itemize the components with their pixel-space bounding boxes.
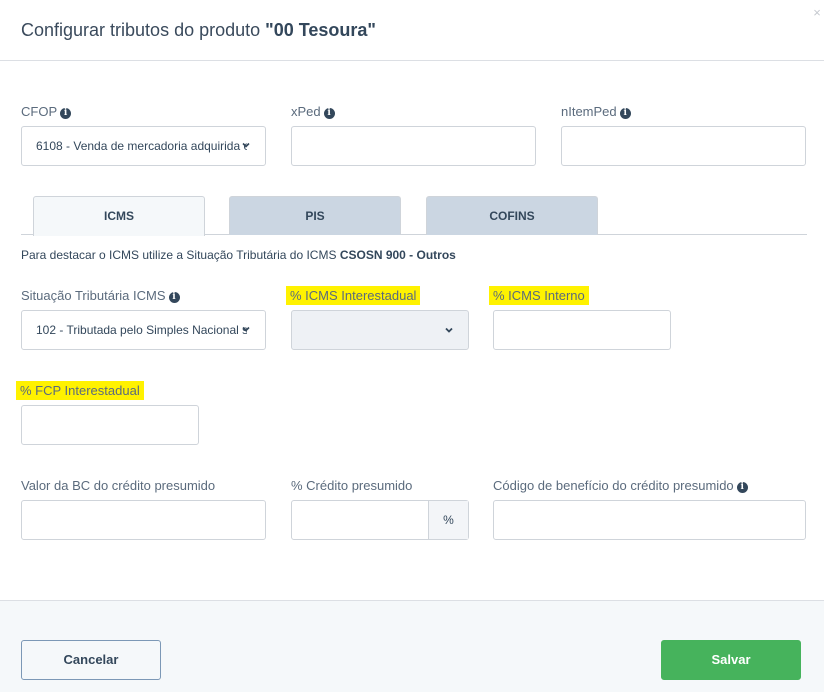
info-icon[interactable]: i: [60, 108, 72, 119]
product-name: "00 Tesoura": [265, 20, 376, 40]
credito-presumido-label: % Crédito presumido: [291, 478, 413, 493]
situacao-select-value: 102 - Tributada pelo Simples Nacional se…: [36, 323, 247, 337]
close-icon[interactable]: ×: [810, 6, 824, 20]
cfop-label: CFOP i: [21, 103, 72, 120]
percent-addon: %: [428, 501, 468, 539]
tab-pis[interactable]: PIS: [229, 196, 401, 235]
modal-footer: Cancelar Salvar: [0, 600, 824, 692]
modal-title-prefix: Configurar tributos do produto: [21, 20, 266, 40]
situacao-label-text: Situação Tributária ICMS: [21, 288, 166, 303]
xped-label: xPed i: [291, 103, 335, 120]
icms-interno-input[interactable]: [493, 310, 671, 350]
icms-hint-text: Para destacar o ICMS utilize a Situação …: [21, 248, 456, 262]
chevron-down-icon: [445, 327, 453, 333]
xped-label-text: xPed: [291, 104, 321, 119]
info-icon[interactable]: i: [736, 482, 748, 493]
credito-presumido-input[interactable]: %: [291, 500, 469, 540]
fcp-interestadual-label: % FCP Interestadual: [16, 381, 144, 400]
chevron-down-icon: [242, 142, 250, 148]
icms-interno-label: % ICMS Interno: [489, 286, 589, 305]
fcp-interestadual-input[interactable]: [21, 405, 199, 445]
save-button[interactable]: Salvar: [661, 640, 801, 680]
chevron-down-icon: [242, 326, 250, 332]
nitemped-label-text: nItemPed: [561, 104, 617, 119]
nitemped-input[interactable]: [561, 126, 806, 166]
modal-title: Configurar tributos do produto "00 Tesou…: [21, 20, 376, 41]
codigo-beneficio-label: Código de benefício do crédito presumido…: [493, 477, 748, 494]
tax-config-modal: Configurar tributos do produto "00 Tesou…: [0, 0, 824, 692]
cancel-button[interactable]: Cancelar: [21, 640, 161, 680]
codigo-beneficio-input[interactable]: [493, 500, 806, 540]
cfop-label-text: CFOP: [21, 104, 58, 119]
icms-interestadual-select[interactable]: [291, 310, 469, 350]
info-icon[interactable]: i: [323, 108, 335, 119]
valor-bc-input[interactable]: [21, 500, 266, 540]
icms-hint-prefix: Para destacar o ICMS utilize a Situação …: [21, 248, 340, 262]
nitemped-label: nItemPed i: [561, 103, 631, 120]
info-icon[interactable]: i: [619, 108, 631, 119]
valor-bc-label: Valor da BC do crédito presumido: [21, 478, 216, 493]
modal-header: Configurar tributos do produto "00 Tesou…: [0, 0, 824, 61]
xped-input[interactable]: [291, 126, 536, 166]
info-icon[interactable]: i: [168, 292, 180, 303]
tab-cofins[interactable]: COFINS: [426, 196, 598, 235]
cfop-select-value: 6108 - Venda de mercadoria adquirida ou …: [36, 139, 247, 153]
codigo-beneficio-label-text: Código de benefício do crédito presumido: [493, 478, 734, 493]
situacao-select[interactable]: 102 - Tributada pelo Simples Nacional se…: [21, 310, 266, 350]
icms-interestadual-label: % ICMS Interestadual: [286, 286, 421, 305]
cfop-select[interactable]: 6108 - Venda de mercadoria adquirida ou …: [21, 126, 266, 166]
situacao-label: Situação Tributária ICMS i: [21, 287, 180, 304]
tab-icms[interactable]: ICMS: [33, 196, 205, 236]
icms-hint-bold: CSOSN 900 - Outros: [339, 248, 456, 262]
